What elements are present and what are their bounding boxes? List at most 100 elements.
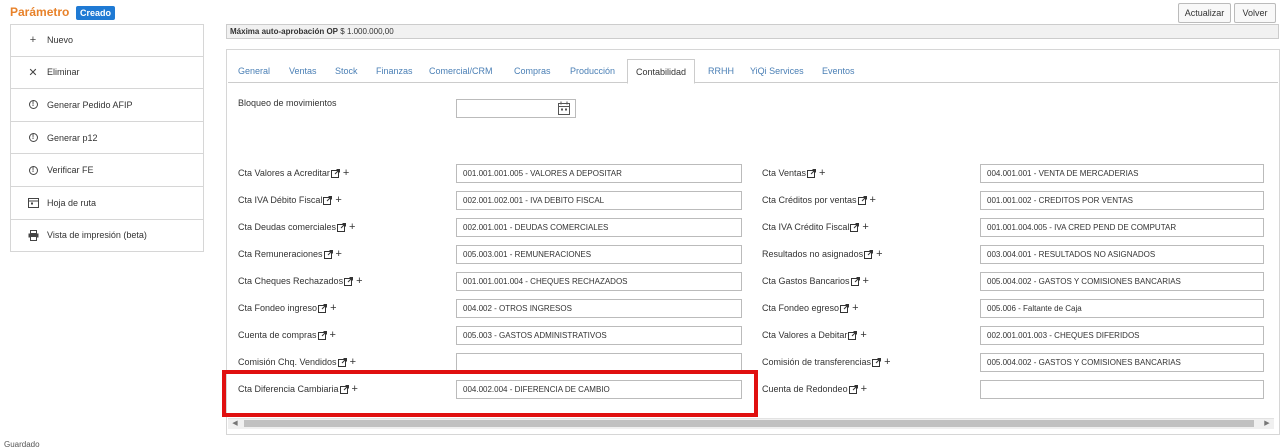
sidebar-item-eliminar[interactable]: ✕ Eliminar [10,56,204,90]
account-field-right-0[interactable]: 004.001.001 - VENTA DE MERCADERIAS [980,164,1264,183]
account-label-left-2: Cta Deudas comerciales + [238,220,355,234]
external-link-icon[interactable] [323,195,333,205]
account-field-left-6[interactable]: 005.003 - GASTOS ADMINISTRATIVOS [456,326,742,345]
account-label-text: Cta Gastos Bancarios [762,276,850,286]
add-icon[interactable]: + [335,194,341,206]
account-field-right-4[interactable]: 005.004.002 - GASTOS Y COMISIONES BANCAR… [980,272,1264,291]
account-field-right-7[interactable]: 005.004.002 - GASTOS Y COMISIONES BANCAR… [980,353,1264,372]
account-field-left-4[interactable]: 001.001.001.004 - CHEQUES RECHAZADOS [456,272,742,291]
tab-general[interactable]: General [238,59,270,83]
tab-eventos[interactable]: Eventos [822,59,855,83]
add-icon[interactable]: + [336,248,342,260]
add-icon[interactable]: + [330,302,336,314]
account-label-text: Cta IVA Débito Fiscal [238,195,323,205]
volver-button[interactable]: Volver [1234,3,1276,23]
account-field-left-0[interactable]: 001.001.001.005 - VALORES A DEPOSITAR [456,164,742,183]
external-link-icon[interactable] [848,330,858,340]
external-link-icon[interactable] [318,303,328,313]
sidebar-item-nuevo[interactable]: + Nuevo [10,24,204,57]
account-label-right-4: Cta Gastos Bancarios + [762,274,869,288]
account-field-right-3[interactable]: 003.004.001 - RESULTADOS NO ASIGNADOS [980,245,1264,264]
external-link-icon[interactable] [807,168,817,178]
external-link-icon[interactable] [840,303,850,313]
account-field-right-8[interactable] [980,380,1264,399]
sidebar-item-label: Eliminar [47,67,80,78]
account-field-left-2[interactable]: 002.001.001 - DEUDAS COMERCIALES [456,218,742,237]
external-link-icon[interactable] [317,330,327,340]
calendar-icon[interactable] [558,101,570,115]
add-icon[interactable]: + [862,221,868,233]
account-field-right-2[interactable]: 001.001.004.005 - IVA CRED PEND DE COMPU… [980,218,1264,237]
external-link-icon[interactable] [344,276,354,286]
info-icon: ! [27,165,39,175]
account-label-right-1: Cta Créditos por ventas + [762,193,876,207]
tab-yiqi-services[interactable]: YiQi Services [750,59,804,83]
add-icon[interactable]: + [356,275,362,287]
scrollbar-thumb[interactable] [244,420,1254,427]
external-link-icon[interactable] [323,249,333,259]
tab-contabilidad[interactable]: Contabilidad [627,59,696,84]
add-icon[interactable]: + [819,167,825,179]
sidebar-item-label: Nuevo [47,35,74,46]
account-field-right-5[interactable]: 005.006 - Faltante de Caja [980,299,1264,318]
add-icon[interactable]: + [349,221,355,233]
account-label-right-5: Cta Fondeo egreso + [762,301,859,315]
tab-stock[interactable]: Stock [335,59,358,83]
account-field-left-1[interactable]: 002.001.002.001 - IVA DEBITO FISCAL [456,191,742,210]
tab-bar: General Ventas Stock Finanzas Comercial/… [228,59,1278,84]
add-icon[interactable]: + [343,167,349,179]
external-link-icon[interactable] [337,222,347,232]
actualizar-button[interactable]: Actualizar [1178,3,1231,23]
add-icon[interactable]: + [876,248,882,260]
account-field-left-3[interactable]: 005.003.001 - REMUNERACIONES [456,245,742,264]
info-value: $ 1.000.000,00 [340,27,394,36]
add-icon[interactable]: + [852,302,858,314]
external-link-icon[interactable] [857,195,867,205]
sidebar-item-vista-impresion[interactable]: Vista de impresión (beta) [10,219,204,253]
account-label-text: Cta Fondeo ingreso [238,303,318,313]
account-label-left-1: Cta IVA Débito Fiscal + [238,193,342,207]
account-label-right-0: Cta Ventas + [762,166,825,180]
account-label-text: Cuenta de Redondeo [762,384,848,394]
tab-produccion[interactable]: Producción [570,59,615,83]
account-label-left-7: Comisión Chq. Vendidos + [238,355,356,369]
external-link-icon[interactable] [850,222,860,232]
tab-ventas[interactable]: Ventas [289,59,317,83]
account-label-text: Cta Remuneraciones [238,249,323,259]
add-icon[interactable]: + [863,275,869,287]
info-icon: ! [27,133,39,143]
scroll-left-icon[interactable]: ◀ [230,419,240,428]
account-field-left-5[interactable]: 004.002 - OTROS INGRESOS [456,299,742,318]
top-bar: Parámetro Creado Actualizar Volver [0,0,1280,24]
external-link-icon[interactable] [330,168,340,178]
sidebar-item-generar-pedido-afip[interactable]: ! Generar Pedido AFIP [10,89,204,122]
add-icon[interactable]: + [884,356,890,368]
external-link-icon[interactable] [864,249,874,259]
sidebar-item-verificar-fe[interactable]: ! Verificar FE [10,154,204,187]
tab-compras[interactable]: Compras [514,59,551,83]
tab-rrhh[interactable]: RRHH [708,59,734,83]
external-link-icon[interactable] [848,384,858,394]
plus-icon: + [29,34,37,47]
external-link-icon[interactable] [337,357,347,367]
add-icon[interactable]: + [860,329,866,341]
tab-finanzas[interactable]: Finanzas [376,59,413,83]
sidebar-item-generar-p12[interactable]: ! Generar p12 [10,121,204,155]
add-icon[interactable]: + [861,383,867,395]
scroll-right-icon[interactable]: ▶ [1262,419,1272,428]
account-field-right-1[interactable]: 001.001.002 - CREDITOS POR VENTAS [980,191,1264,210]
account-field-right-6[interactable]: 002.001.001.003 - CHEQUES DIFERIDOS [980,326,1264,345]
calendar-icon [27,197,39,209]
highlight-box [222,370,758,417]
account-label-left-6: Cuenta de compras + [238,328,336,342]
sidebar-item-label: Vista de impresión (beta) [47,230,147,241]
external-link-icon[interactable] [850,276,860,286]
add-icon[interactable]: + [350,356,356,368]
tab-comercial-crm[interactable]: Comercial/CRM [429,59,493,83]
account-label-text: Cta Valores a Debitar [762,330,848,340]
account-label-text: Cuenta de compras [238,330,317,340]
add-icon[interactable]: + [330,329,336,341]
external-link-icon[interactable] [872,357,882,367]
sidebar-item-hoja-de-ruta[interactable]: Hoja de ruta [10,186,204,220]
add-icon[interactable]: + [870,194,876,206]
